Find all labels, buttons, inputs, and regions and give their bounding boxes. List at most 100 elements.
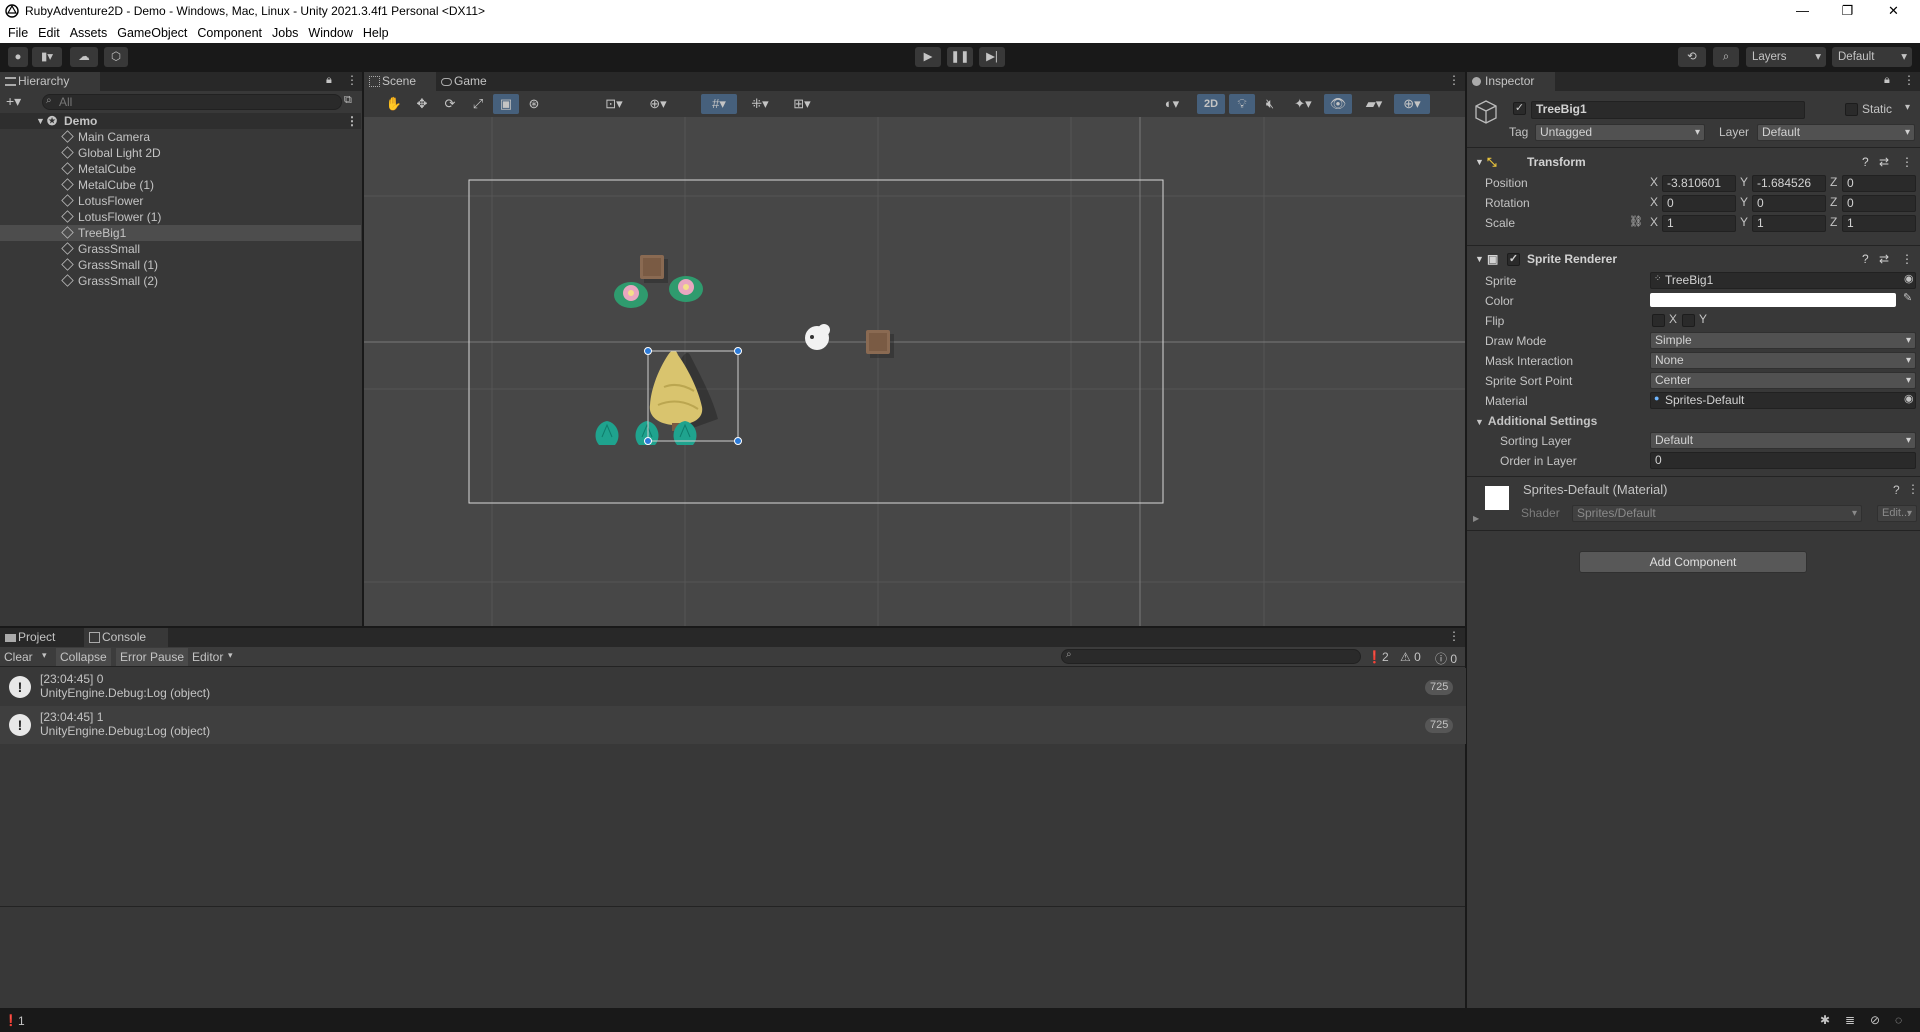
scene-more-icon[interactable]: ⋮: [1448, 73, 1460, 87]
clear-dropdown-icon[interactable]: ▾: [42, 650, 47, 661]
hierarchy-item[interactable]: TreeBig1: [0, 225, 361, 241]
collab-dropdown[interactable]: ▮▾: [32, 47, 62, 67]
rotation-z-field[interactable]: 0: [1842, 195, 1916, 212]
history-icon[interactable]: ⟲: [1678, 47, 1706, 67]
clear-button[interactable]: Clear: [4, 650, 33, 664]
menu-assets[interactable]: Assets: [70, 26, 108, 40]
position-z-axis-label[interactable]: Z: [1830, 175, 1837, 189]
expand-arrow-icon[interactable]: ▶: [1473, 514, 1479, 523]
close-button[interactable]: ✕: [1871, 0, 1916, 22]
presets-icon[interactable]: ⇄: [1879, 248, 1889, 270]
position-y-axis-label[interactable]: Y: [1740, 175, 1748, 189]
tree-sprite[interactable]: [649, 350, 718, 432]
step-button[interactable]: ▶|: [979, 47, 1005, 67]
pivot-dropdown[interactable]: ⊡▾: [596, 94, 632, 114]
status-text[interactable]: 1: [18, 1014, 25, 1028]
scene-row[interactable]: ▼ ✪ Demo ⋮: [0, 113, 361, 129]
hand-tool-icon[interactable]: ✋: [381, 94, 407, 114]
editor-dropdown[interactable]: Editor: [192, 650, 223, 664]
presets-icon[interactable]: ⇄: [1879, 151, 1889, 173]
scale-y-axis-label[interactable]: Y: [1740, 215, 1748, 229]
scale-x-field[interactable]: 1: [1662, 215, 1736, 232]
position-x-field[interactable]: -3.810601: [1662, 175, 1736, 192]
global-dropdown[interactable]: ⊕▾: [640, 94, 676, 114]
component-menu-icon[interactable]: ⋮: [1907, 482, 1919, 496]
tab-scene[interactable]: Scene: [364, 72, 436, 91]
scene-visibility-icon[interactable]: ⧉: [344, 94, 352, 107]
rect-tool-icon[interactable]: ▣: [493, 94, 519, 114]
scale-z-field[interactable]: 1: [1842, 215, 1916, 232]
character-sprite[interactable]: [805, 324, 830, 350]
layers-dropdown[interactable]: Layers ▾: [1746, 47, 1826, 67]
mask-interaction-dropdown[interactable]: None: [1650, 352, 1916, 369]
tag-dropdown[interactable]: Untagged: [1535, 124, 1705, 141]
hidden-objects-toggle-icon[interactable]: 👁︎: [1324, 94, 1352, 114]
rect-handle[interactable]: [644, 347, 652, 355]
transform-tool-icon[interactable]: ⊛: [521, 94, 547, 114]
scene-menu-icon[interactable]: ⋮: [346, 113, 358, 129]
grass-small-sprite[interactable]: [595, 421, 619, 445]
sorting-layer-dropdown[interactable]: Default: [1650, 432, 1916, 449]
effects-dropdown[interactable]: ✦▾: [1285, 94, 1321, 114]
metal-cube-sprite[interactable]: [640, 255, 668, 283]
lotus-flower-sprite[interactable]: [614, 282, 648, 308]
collapse-button[interactable]: Collapse: [56, 648, 111, 666]
audio-toggle-icon[interactable]: 🔇︎: [1257, 94, 1283, 114]
increment-snap-dropdown[interactable]: ⊞▾: [784, 94, 820, 114]
hierarchy-search-input[interactable]: All: [42, 94, 342, 110]
rotate-tool-icon[interactable]: ⟳: [437, 94, 463, 114]
hierarchy-item[interactable]: GrassSmall (1): [0, 257, 361, 273]
position-y-field[interactable]: -1.684526: [1752, 175, 1826, 192]
cache-icon[interactable]: ⊘: [1870, 1013, 1880, 1027]
more-options-icon[interactable]: ⋮: [346, 73, 358, 87]
transform-header[interactable]: ▼ ⤡ Transform ? ⇄ ⋮: [1467, 151, 1920, 173]
hierarchy-item[interactable]: MetalCube: [0, 161, 361, 177]
layer-dropdown[interactable]: Default: [1757, 124, 1915, 141]
console-log-row[interactable]: ! [23:04:45] 0 UnityEngine.Debug:Log (obje…: [0, 668, 1466, 706]
menu-component[interactable]: Component: [197, 26, 262, 40]
hierarchy-item[interactable]: MetalCube (1): [0, 177, 361, 193]
camera-dropdown[interactable]: ▰▾: [1356, 94, 1392, 114]
sprite-renderer-header[interactable]: ▼ ▣ ✓ Sprite Renderer ? ⇄ ⋮: [1467, 248, 1920, 270]
lighting-toggle-icon[interactable]: 💡︎: [1229, 94, 1255, 114]
move-tool-icon[interactable]: ✥: [409, 94, 435, 114]
minimize-button[interactable]: —: [1780, 0, 1825, 22]
static-checkbox[interactable]: [1845, 103, 1858, 116]
expand-arrow-icon[interactable]: ▼: [1475, 151, 1484, 173]
tab-console[interactable]: Console: [84, 628, 168, 647]
scale-tool-icon[interactable]: ⤢: [465, 94, 491, 114]
rect-handle[interactable]: [644, 437, 652, 445]
tab-game[interactable]: Game: [436, 72, 508, 91]
grid-visibility-dropdown[interactable]: ⁜▾: [742, 94, 778, 114]
component-menu-icon[interactable]: ⋮: [1901, 151, 1913, 173]
pause-button[interactable]: ❚❚: [947, 47, 973, 67]
warning-count-toggle[interactable]: ⚠ 0: [1400, 650, 1421, 664]
hierarchy-item[interactable]: GrassSmall (2): [0, 273, 361, 289]
info-count-toggle[interactable]: ⓘ 0: [1435, 650, 1457, 667]
add-button[interactable]: +▾: [6, 93, 21, 110]
play-button[interactable]: ▶: [915, 47, 941, 67]
menu-edit[interactable]: Edit: [38, 26, 60, 40]
help-icon[interactable]: ?: [1893, 483, 1900, 497]
console-log-row[interactable]: ! [23:04:45] 1 UnityEngine.Debug:Log (obje…: [0, 706, 1466, 744]
tab-hierarchy[interactable]: Hierarchy: [0, 72, 100, 91]
scene-canvas[interactable]: [364, 117, 1465, 626]
menu-jobs[interactable]: Jobs: [272, 26, 298, 40]
gizmos-dropdown[interactable]: ⊕▾: [1394, 94, 1430, 114]
active-checkbox[interactable]: ✓: [1513, 102, 1526, 115]
error-count-toggle[interactable]: ❗2: [1367, 650, 1389, 664]
scale-x-axis-label[interactable]: X: [1650, 215, 1658, 229]
search-icon[interactable]: ⌕: [1713, 47, 1739, 67]
lock-icon[interactable]: 🔒︎: [326, 74, 332, 87]
grid-snap-dropdown[interactable]: #▾: [701, 94, 737, 114]
rotation-z-axis-label[interactable]: Z: [1830, 195, 1837, 209]
account-icon[interactable]: ●: [8, 47, 28, 67]
rotation-x-field[interactable]: 0: [1662, 195, 1736, 212]
notification-icon[interactable]: ◌: [1895, 1013, 1902, 1027]
progress-icon[interactable]: ≣: [1845, 1013, 1855, 1027]
hierarchy-item[interactable]: Global Light 2D: [0, 145, 361, 161]
expand-arrow-icon[interactable]: ▼: [1475, 248, 1484, 270]
hierarchy-item[interactable]: Main Camera: [0, 129, 361, 145]
menu-gameobject[interactable]: GameObject: [117, 26, 187, 40]
help-icon[interactable]: ?: [1862, 248, 1869, 270]
